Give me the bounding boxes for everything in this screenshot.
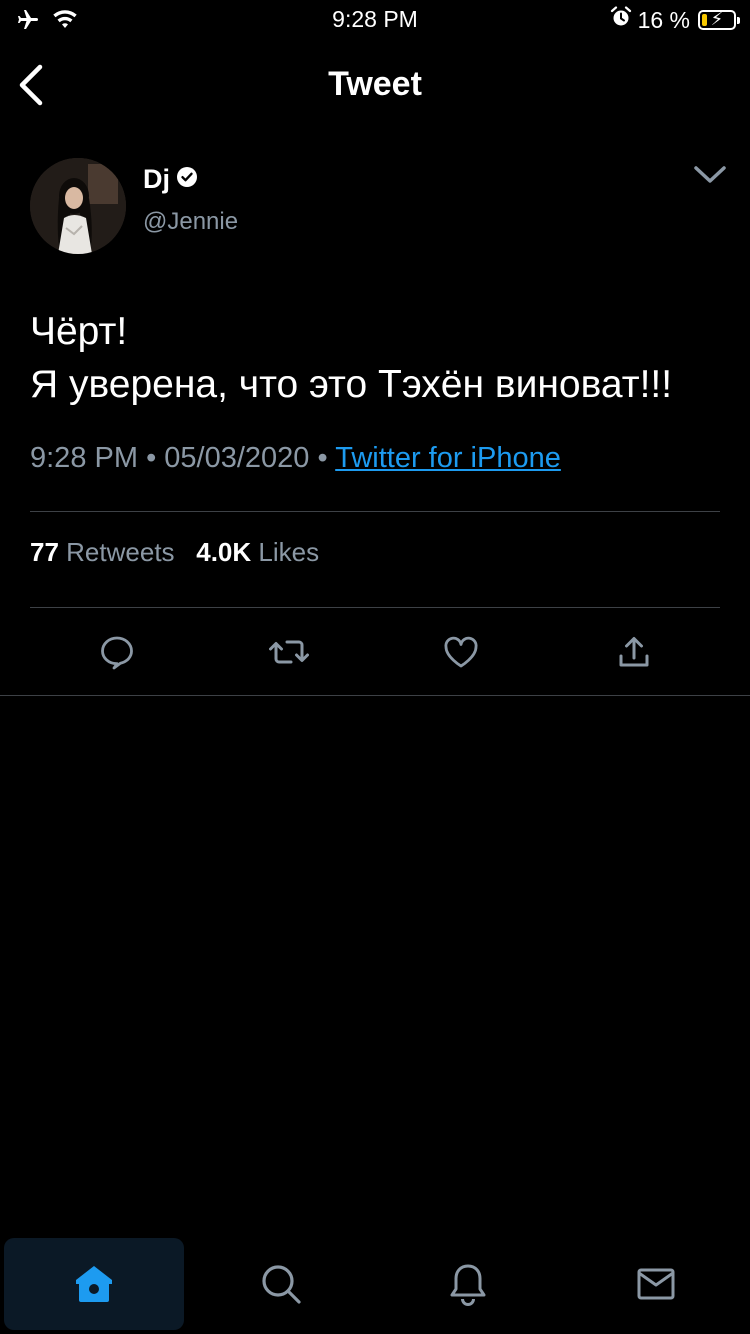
retweets-stat[interactable]: 77 Retweets <box>30 537 182 567</box>
tab-bar <box>0 1236 750 1334</box>
display-name-row: Dj <box>143 164 198 195</box>
tweet-text-line: Чёрт! <box>30 310 128 353</box>
retweets-label: Retweets <box>66 537 175 567</box>
chevron-down-icon <box>694 166 726 183</box>
like-icon <box>444 636 478 668</box>
page-title: Tweet <box>328 65 422 103</box>
avatar[interactable] <box>30 158 126 254</box>
battery-percent: 16 % <box>637 6 690 33</box>
share-icon <box>619 637 649 667</box>
tweet-author: Dj @Jennie <box>30 158 730 258</box>
share-button[interactable] <box>610 628 658 676</box>
retweet-icon <box>269 640 309 664</box>
avatar-photo <box>30 158 126 254</box>
search-icon <box>262 1265 301 1304</box>
tab-messages[interactable] <box>566 1238 746 1330</box>
home-icon <box>76 1266 112 1302</box>
tab-search[interactable] <box>191 1238 371 1330</box>
like-button[interactable] <box>437 628 485 676</box>
retweet-button[interactable] <box>265 628 313 676</box>
status-bar: 9:28 PM 16 % ⚡ <box>0 0 750 40</box>
tweet-text-line: Я уверена, что это Тэхён виноват!!! <box>30 363 673 406</box>
meta-separator: • <box>146 442 157 474</box>
username[interactable]: @Jennie <box>143 208 238 236</box>
alarm-icon <box>610 6 632 34</box>
likes-stat[interactable]: 4.0K Likes <box>196 537 319 567</box>
tab-notifications[interactable] <box>378 1238 558 1330</box>
tweet-source-link[interactable]: Twitter for iPhone <box>335 442 561 474</box>
retweets-count: 77 <box>30 537 59 567</box>
display-name[interactable]: Dj <box>143 164 170 195</box>
reply-icon <box>101 636 133 670</box>
tweet-date: 05/03/2020 <box>164 442 310 474</box>
messages-icon <box>637 1268 675 1300</box>
tweet-meta: 9:28 PM • 05/03/2020 • Twitter for iPhon… <box>30 442 561 475</box>
notifications-icon <box>450 1264 486 1306</box>
charging-bolt-icon: ⚡ <box>710 9 724 29</box>
divider <box>0 695 750 696</box>
nav-header: Tweet <box>0 50 750 120</box>
divider <box>30 511 720 512</box>
reply-button[interactable] <box>93 628 141 676</box>
tweet-actions <box>30 628 720 676</box>
likes-label: Likes <box>258 537 320 567</box>
more-options-button[interactable] <box>690 158 730 192</box>
verified-badge-icon <box>176 166 198 193</box>
tweet-time: 9:28 PM <box>30 442 138 474</box>
divider <box>30 607 720 608</box>
meta-separator: • <box>317 442 328 474</box>
tweet-stats: 77 Retweets 4.0K Likes <box>30 537 319 568</box>
battery-icon: ⚡ <box>698 9 740 30</box>
tweet-text: Чёрт! Я уверена, что это Тэхён виноват!!… <box>30 305 730 411</box>
status-right: 16 % ⚡ <box>610 6 740 34</box>
likes-count: 4.0K <box>196 537 252 567</box>
tab-home[interactable] <box>4 1238 184 1330</box>
